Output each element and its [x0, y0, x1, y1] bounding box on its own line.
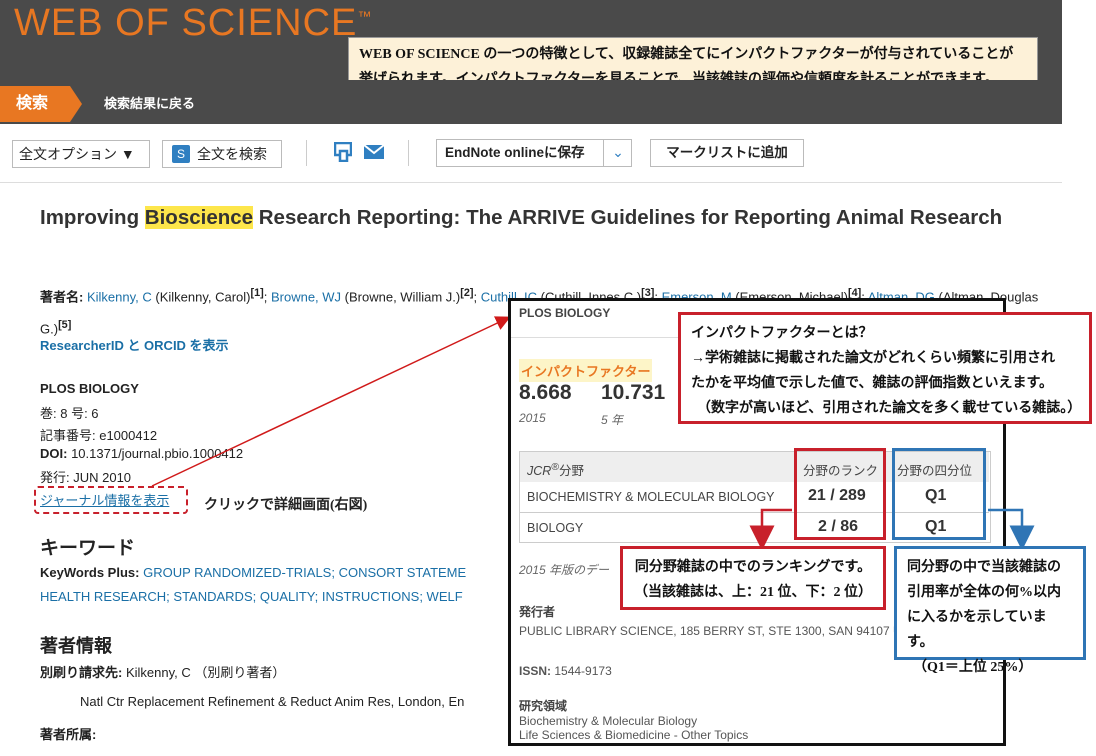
note-line: 引用率が全体の何%以内 — [907, 585, 1061, 600]
note-line: →学術雑誌に掲載された論文がどれくらい頻繁に引用され — [691, 351, 1055, 366]
note-line: 同分野の中で当該雑誌の — [907, 560, 1061, 575]
impact-factor-note: インパクトファクターとは？ →学術雑誌に掲載された論文がどれくらい頻繁に引用され… — [678, 312, 1092, 424]
note-line: （数字が高いほど、引用された論文を多く載せている雑誌。） — [697, 401, 1082, 416]
note-line: たかを平均値で示した値で、雑誌の評価指数といえます。 — [691, 376, 1054, 391]
note-line: （当該雑誌は、上：21 位、下：2 位） — [634, 585, 872, 600]
note-line: に入るかを示しています。 — [907, 610, 1047, 650]
note-line: （Q1＝上位 25%） — [913, 660, 1033, 675]
note-line: 同分野雑誌の中でのランキングです。 — [634, 560, 872, 575]
quartile-note: 同分野の中で当該雑誌の 引用率が全体の何%以内 に入るかを示しています。 （Q1… — [894, 546, 1086, 675]
rank-note: 同分野雑誌の中でのランキングです。 （当該雑誌は、上：21 位、下：2 位） — [620, 546, 886, 610]
note-line: インパクトファクターとは？ — [691, 326, 873, 341]
